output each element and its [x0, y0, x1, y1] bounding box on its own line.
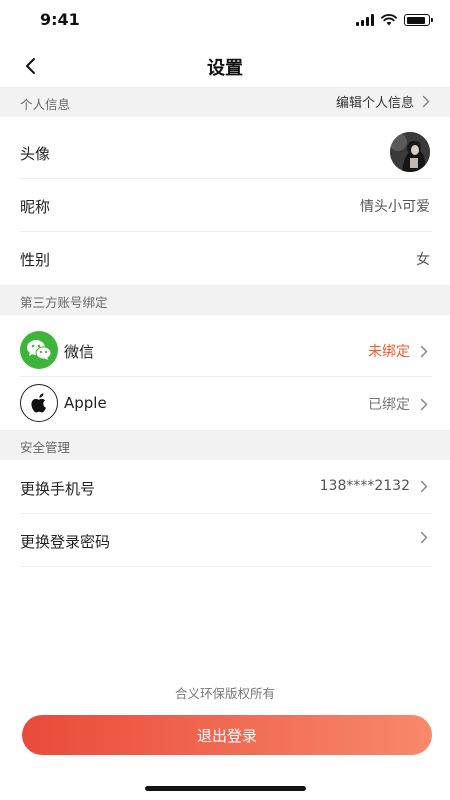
- edit-profile-label: 编辑个人信息: [335, 96, 414, 111]
- chevron-right-icon: [420, 345, 428, 357]
- logout-button[interactable]: 退出登录: [22, 715, 432, 755]
- chevron-right-icon: [420, 398, 428, 410]
- chevron-right-icon: [422, 95, 430, 108]
- wechat-row[interactable]: 微信 未绑定: [0, 324, 450, 377]
- phone-value: 138****2132: [319, 478, 410, 494]
- gender-value: 女: [416, 252, 430, 268]
- status-bar: 9:41: [0, 0, 450, 44]
- wifi-icon: [381, 14, 397, 26]
- chevron-right-icon: [420, 531, 428, 544]
- apple-label: Apple: [64, 394, 107, 412]
- wechat-status: 未绑定: [368, 344, 410, 360]
- change-password-row[interactable]: 更换登录密码: [0, 514, 450, 567]
- change-password-label: 更换登录密码: [20, 533, 111, 551]
- section-personal-info: 个人信息 编辑个人信息: [0, 87, 450, 117]
- battery-icon: [404, 14, 433, 26]
- avatar-label: 头像: [20, 145, 51, 163]
- gender-row[interactable]: 性别 女: [0, 232, 450, 285]
- section-third-party: 第三方账号绑定: [0, 285, 450, 315]
- nickname-label: 昵称: [20, 198, 51, 216]
- nickname-row[interactable]: 昵称 情头小可爱: [0, 179, 450, 232]
- copyright-text: 合义环保版权所有: [174, 686, 275, 701]
- gender-label: 性别: [20, 251, 51, 269]
- section-title: 安全管理: [20, 440, 71, 455]
- change-phone-row[interactable]: 更换手机号 138****2132: [0, 461, 450, 514]
- section-security: 安全管理: [0, 430, 450, 460]
- apple-icon: [20, 384, 58, 422]
- nickname-value: 情头小可爱: [360, 199, 430, 215]
- apple-status: 已绑定: [368, 397, 410, 413]
- change-phone-label: 更换手机号: [20, 480, 96, 498]
- signal-icon: [356, 14, 374, 26]
- section-title: 第三方账号绑定: [20, 295, 108, 310]
- wechat-icon: [20, 331, 58, 369]
- avatar-row[interactable]: 头像: [0, 126, 450, 179]
- apple-row[interactable]: Apple 已绑定: [0, 377, 450, 430]
- status-time: 9:41: [40, 10, 80, 29]
- wechat-label: 微信: [64, 343, 95, 361]
- home-indicator: [145, 786, 306, 791]
- avatar[interactable]: [390, 132, 430, 172]
- edit-profile-link[interactable]: 编辑个人信息: [336, 92, 430, 111]
- section-title: 个人信息: [20, 97, 71, 112]
- nav-bar: 设置: [0, 44, 450, 88]
- status-icons: [356, 14, 433, 26]
- page-title: 设置: [207, 58, 243, 79]
- chevron-right-icon: [420, 480, 428, 492]
